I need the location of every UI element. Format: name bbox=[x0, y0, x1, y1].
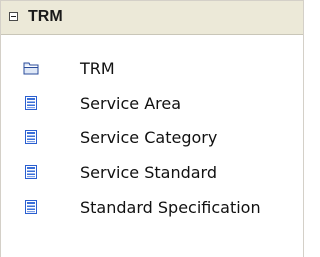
folder-icon bbox=[23, 60, 39, 76]
toolbox-item-service-category[interactable]: Service Category bbox=[1, 121, 303, 155]
element-icon bbox=[23, 95, 39, 111]
collapse-minus-icon[interactable] bbox=[9, 12, 18, 21]
toolbox-item-service-area[interactable]: Service Area bbox=[1, 87, 303, 121]
toolbox-item-label: TRM bbox=[80, 59, 115, 78]
toolbox-item-label: Service Standard bbox=[80, 163, 218, 182]
toolbox-panel: TRM TRM Service Area Service Category Se… bbox=[0, 0, 304, 257]
element-icon bbox=[23, 164, 39, 180]
panel-title: TRM bbox=[28, 8, 63, 25]
element-icon bbox=[23, 199, 39, 215]
element-icon bbox=[23, 129, 39, 145]
toolbox-item-label: Service Category bbox=[80, 128, 218, 147]
toolbox-item-label: Service Area bbox=[80, 94, 182, 113]
panel-header[interactable]: TRM bbox=[1, 0, 303, 35]
toolbox-item-standard-specification[interactable]: Standard Specification bbox=[1, 191, 303, 225]
toolbox-item-label: Standard Specification bbox=[80, 198, 261, 217]
toolbox-item-service-standard[interactable]: Service Standard bbox=[1, 156, 303, 190]
toolbox-item-trm[interactable]: TRM bbox=[1, 52, 303, 86]
